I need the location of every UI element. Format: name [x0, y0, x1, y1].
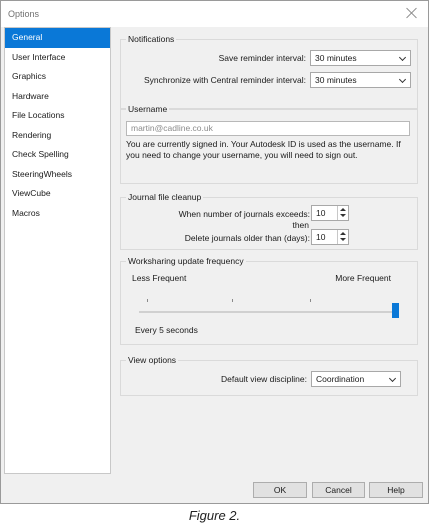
journals-exceeds-label: When number of journals exceeds:: [178, 209, 310, 219]
journal-cleanup-group: Journal file cleanup When number of jour…: [120, 192, 418, 250]
view-options-legend: View options: [126, 355, 179, 366]
then-label: then: [292, 220, 309, 230]
options-dialog: Options General User Interface Graphics …: [0, 0, 429, 504]
save-reminder-value: 30 minutes: [315, 53, 357, 63]
slider-tick: [147, 299, 148, 302]
frequency-slider-track[interactable]: [139, 311, 399, 313]
arrow-down-icon: [340, 214, 346, 217]
frequency-status: Every 5 seconds: [135, 325, 198, 335]
chevron-down-icon: [398, 75, 407, 84]
save-reminder-select[interactable]: 30 minutes: [310, 50, 411, 66]
username-group: Username martin@cadline.co.uk You are cu…: [120, 104, 418, 184]
chevron-down-icon: [398, 53, 407, 62]
journals-exceeds-stepper[interactable]: 10: [311, 205, 349, 221]
journals-older-stepper[interactable]: 10: [311, 229, 349, 245]
worksharing-group: Worksharing update frequency Less Freque…: [120, 256, 418, 345]
username-field[interactable]: martin@cadline.co.uk: [126, 121, 410, 136]
arrow-down-icon: [340, 238, 346, 241]
sidebar-item-macros[interactable]: Macros: [5, 204, 110, 224]
sync-reminder-select[interactable]: 30 minutes: [310, 72, 411, 88]
view-discipline-value: Coordination: [316, 374, 365, 384]
slider-tick: [232, 299, 233, 302]
sidebar-item-hardware[interactable]: Hardware: [5, 87, 110, 107]
worksharing-legend: Worksharing update frequency: [126, 256, 246, 267]
arrow-up-icon: [340, 232, 346, 235]
username-legend: Username: [126, 104, 170, 115]
sync-reminder-value: 30 minutes: [315, 75, 357, 85]
journals-older-label: Delete journals older than (days):: [184, 233, 310, 243]
sidebar-item-user-interface[interactable]: User Interface: [5, 48, 110, 68]
sidebar-item-viewcube[interactable]: ViewCube: [5, 184, 110, 204]
general-settings-panel: Notifications Save reminder interval: 30…: [112, 27, 426, 474]
options-sidebar: General User Interface Graphics Hardware…: [4, 27, 111, 474]
sidebar-item-check-spelling[interactable]: Check Spelling: [5, 145, 110, 165]
stepper-buttons[interactable]: [337, 230, 348, 244]
view-discipline-label: Default view discipline:: [221, 374, 307, 384]
more-frequent-label: More Frequent: [335, 273, 391, 283]
ok-button[interactable]: OK: [253, 482, 307, 498]
sync-reminder-label: Synchronize with Central reminder interv…: [143, 75, 306, 85]
journals-exceeds-value: 10: [316, 208, 326, 218]
dialog-title: Options: [8, 9, 40, 19]
arrow-up-icon: [340, 208, 346, 211]
figure-caption: Figure 2.: [188, 508, 241, 523]
sidebar-item-rendering[interactable]: Rendering: [5, 126, 110, 146]
close-icon[interactable]: [405, 6, 419, 20]
stepper-buttons[interactable]: [337, 206, 348, 220]
notifications-group: Notifications Save reminder interval: 30…: [120, 34, 418, 109]
slider-tick: [310, 299, 311, 302]
frequency-slider-thumb[interactable]: [392, 303, 399, 318]
less-frequent-label: Less Frequent: [132, 273, 187, 283]
sidebar-item-file-locations[interactable]: File Locations: [5, 106, 110, 126]
view-options-group: View options Default view discipline: Co…: [120, 355, 418, 396]
save-reminder-label: Save reminder interval:: [218, 53, 306, 63]
view-discipline-select[interactable]: Coordination: [311, 371, 401, 387]
title-bar: Options: [1, 1, 428, 27]
notifications-legend: Notifications: [126, 34, 177, 45]
cancel-button[interactable]: Cancel: [312, 482, 365, 498]
sidebar-item-graphics[interactable]: Graphics: [5, 67, 110, 87]
chevron-down-icon: [388, 374, 397, 383]
sidebar-item-steeringwheels[interactable]: SteeringWheels: [5, 165, 110, 185]
journal-legend: Journal file cleanup: [126, 192, 204, 203]
help-button[interactable]: Help: [369, 482, 423, 498]
sidebar-item-general[interactable]: General: [5, 28, 110, 48]
journals-older-value: 10: [316, 232, 326, 242]
username-description: You are currently signed in. Your Autode…: [126, 139, 401, 160]
